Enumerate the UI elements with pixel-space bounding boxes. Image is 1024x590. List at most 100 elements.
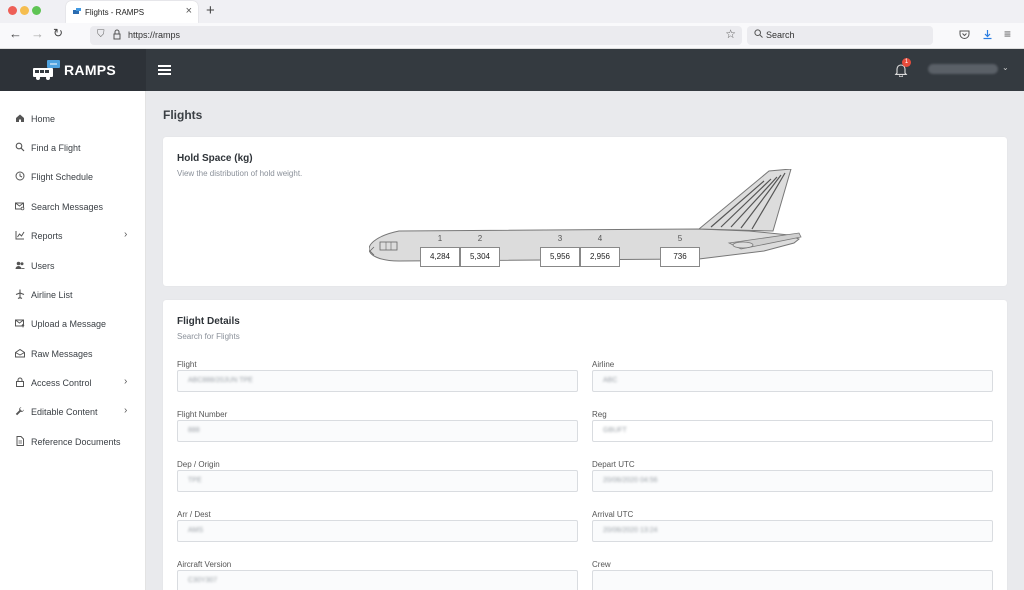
aircraft-version-value: C30Y307 (188, 577, 218, 584)
minimize-window-button[interactable] (20, 6, 29, 15)
sidebar-item-raw-messages[interactable]: Raw Messages (0, 343, 146, 365)
dep-origin-field[interactable]: TPE (177, 470, 578, 492)
brand[interactable]: RAMPS (0, 49, 146, 91)
plane-icon (15, 289, 25, 299)
sidebar-item-label: Search Messages (31, 202, 104, 212)
browser-nav-bar: ← → ↻ ⛉ https://ramps ☆ Search ≡ (0, 23, 1024, 49)
airline-field[interactable]: ABC (592, 370, 993, 392)
reg-field[interactable]: GBUFT (592, 420, 993, 442)
flight-details-title: Flight Details (177, 316, 240, 327)
url-bar[interactable]: ⛉ https://ramps ☆ (90, 26, 742, 45)
reg-value: GBUFT (603, 427, 627, 434)
sidebar: Home Find a Flight Flight Schedule Searc… (0, 91, 146, 590)
browser-search-placeholder: Search (766, 30, 795, 40)
aircraft-version-label: Aircraft Version (177, 560, 232, 569)
chart-line-icon (15, 231, 25, 240)
aircraft-version-field[interactable]: C30Y307 (177, 570, 578, 590)
sidebar-item-home[interactable]: Home (0, 108, 146, 130)
menu-icon[interactable]: ≡ (1004, 27, 1011, 41)
sidebar-item-label: Home (31, 114, 56, 124)
page-title: Flights (163, 108, 203, 122)
flight-number-value: 888 (188, 427, 200, 434)
chevron-right-icon: › (124, 405, 128, 416)
arr-dest-value: AMS (188, 527, 204, 534)
sidebar-item-label: Flight Schedule (31, 172, 94, 182)
user-menu[interactable] (928, 64, 998, 74)
sidebar-item-upload-a-message[interactable]: Upload a Message (0, 313, 146, 335)
arrival-utc-field[interactable]: 20/06/2020 13:24 (592, 520, 993, 542)
depart-utc-value: 20/06/2020 04:56 (603, 477, 658, 484)
hold-number: 4 (597, 234, 603, 243)
bookmark-star-icon[interactable]: ☆ (725, 27, 736, 41)
arrival-utc-value: 20/06/2020 13:24 (603, 527, 658, 534)
document-icon (16, 436, 24, 446)
users-icon (15, 261, 25, 269)
sidebar-item-label: Access Control (31, 378, 92, 388)
sidebar-item-search-messages[interactable]: Search Messages (0, 196, 146, 218)
sidebar-item-label: Users (31, 261, 55, 271)
sidebar-item-access-control[interactable]: Access Control › (0, 372, 146, 394)
hold-weight-box: 5,956 (540, 247, 580, 267)
close-tab-icon[interactable]: × (186, 5, 192, 17)
browser-tab-bar: Flights - RAMPS × + (0, 0, 1024, 23)
ramps-favicon-icon (73, 8, 81, 14)
sidebar-item-label: Editable Content (31, 407, 98, 417)
search-icon (15, 142, 25, 152)
crew-field[interactable] (592, 570, 993, 590)
hold-space-title: Hold Space (kg) (177, 153, 253, 164)
reg-label: Reg (592, 410, 607, 419)
tab-title: Flights - RAMPS (85, 8, 145, 17)
close-window-button[interactable] (8, 6, 17, 15)
sidebar-item-editable-content[interactable]: Editable Content › (0, 401, 146, 423)
new-tab-button[interactable]: + (206, 2, 215, 19)
hamburger-menu-icon[interactable] (158, 65, 171, 76)
flight-details-card: Flight Details Search for Flights Flight… (163, 300, 1007, 590)
hold-weight-box: 736 (660, 247, 700, 267)
depart-utc-label: Depart UTC (592, 460, 635, 469)
sidebar-item-reference-documents[interactable]: Reference Documents (0, 431, 146, 453)
reload-icon[interactable]: ↻ (53, 26, 63, 40)
wrench-icon (15, 407, 24, 416)
sidebar-item-find-a-flight[interactable]: Find a Flight (0, 137, 146, 159)
dep-origin-label: Dep / Origin (177, 460, 220, 469)
home-icon (16, 114, 24, 122)
forward-arrow-icon[interactable]: → (31, 26, 44, 41)
chevron-right-icon: › (124, 229, 128, 240)
sidebar-item-reports[interactable]: Reports › (0, 225, 146, 247)
crew-label: Crew (592, 560, 611, 569)
flight-value: ABC888/20JUN TPE (188, 377, 253, 384)
maximize-window-button[interactable] (32, 6, 41, 15)
airline-label: Airline (592, 360, 615, 369)
mail-search-icon (15, 202, 25, 211)
hold-number: 3 (557, 234, 563, 243)
app-name: RAMPS (64, 62, 117, 78)
browser-tab[interactable]: Flights - RAMPS × (66, 1, 198, 23)
flight-label: Flight (177, 360, 197, 369)
chevron-down-icon[interactable]: ⌄ (1002, 63, 1009, 72)
sidebar-item-label: Airline List (31, 290, 73, 300)
sidebar-item-flight-schedule[interactable]: Flight Schedule (0, 166, 146, 188)
shield-icon: ⛉ (97, 29, 105, 40)
arr-dest-field[interactable]: AMS (177, 520, 578, 542)
hold-space-card: Hold Space (kg) View the distribution of… (163, 137, 1007, 286)
flight-field[interactable]: ABC888/20JUN TPE (177, 370, 578, 392)
browser-search-bar[interactable]: Search (747, 26, 933, 45)
sidebar-item-users[interactable]: Users (0, 255, 146, 277)
hold-number: 5 (677, 234, 683, 243)
lock-icon (16, 377, 24, 387)
lock-icon (113, 29, 121, 40)
notification-badge: 1 (902, 58, 911, 67)
pocket-icon[interactable] (959, 29, 970, 40)
back-arrow-icon[interactable]: ← (9, 26, 22, 41)
sidebar-item-airline-list[interactable]: Airline List (0, 284, 146, 306)
hold-number: 1 (437, 234, 443, 243)
download-icon[interactable] (982, 29, 993, 40)
ramps-logo-icon (33, 60, 60, 80)
flight-number-label: Flight Number (177, 410, 228, 419)
hold-number: 2 (477, 234, 483, 243)
chevron-right-icon: › (124, 376, 128, 387)
sidebar-item-label: Raw Messages (31, 349, 93, 359)
depart-utc-field[interactable]: 20/06/2020 04:56 (592, 470, 993, 492)
flight-number-field[interactable]: 888 (177, 420, 578, 442)
clock-icon (15, 171, 25, 181)
